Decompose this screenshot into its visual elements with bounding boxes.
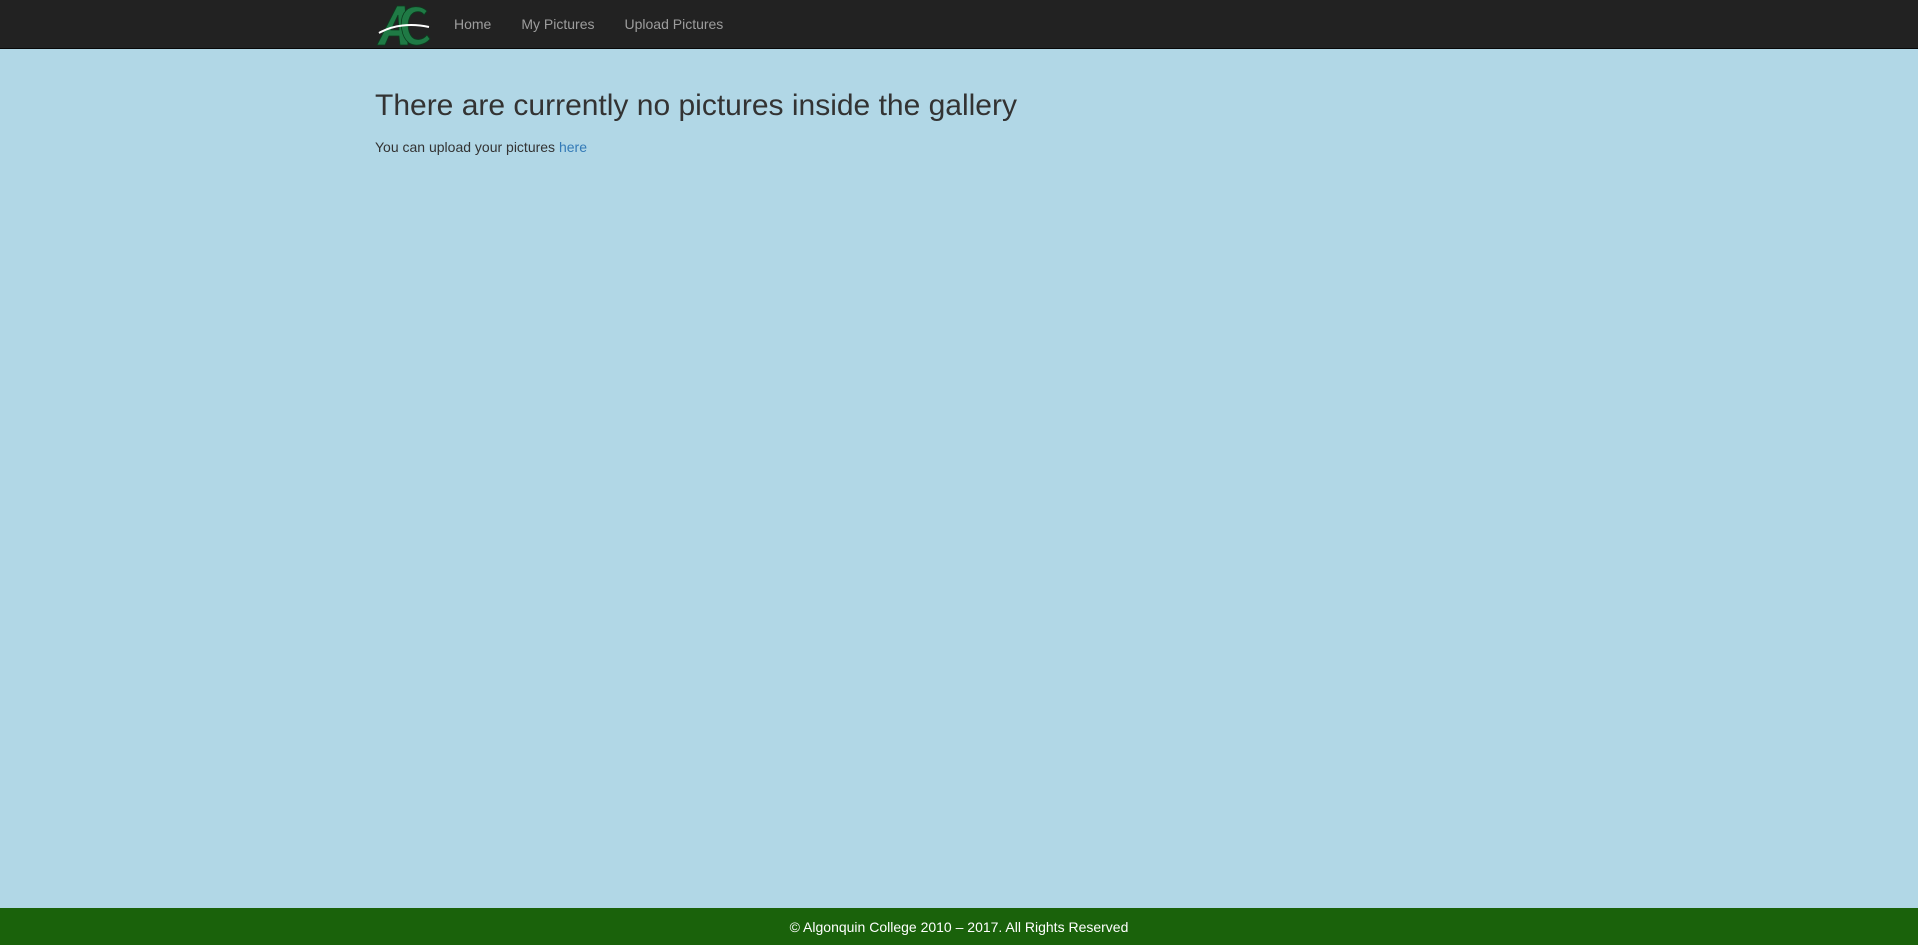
upload-here-link[interactable]: here — [559, 139, 587, 155]
navbar-container: Home My Pictures Upload Pictures — [375, 0, 738, 49]
upload-hint-text: You can upload your pictures — [375, 139, 559, 155]
footer: © Algonquin College 2010 – 2017. All Rig… — [0, 908, 1918, 945]
nav-home-link[interactable]: Home — [439, 0, 506, 49]
algonquin-college-logo-icon[interactable] — [375, 3, 431, 47]
copyright-text: © Algonquin College 2010 – 2017. All Rig… — [789, 918, 1129, 935]
nav-upload-pictures-link[interactable]: Upload Pictures — [609, 0, 738, 49]
main-content: There are currently no pictures inside t… — [375, 86, 1545, 157]
page-title: There are currently no pictures inside t… — [375, 89, 1017, 122]
nav-my-pictures-link[interactable]: My Pictures — [506, 0, 609, 49]
top-navbar: Home My Pictures Upload Pictures — [0, 0, 1918, 49]
upload-hint: You can upload your pictures here — [375, 137, 1545, 157]
